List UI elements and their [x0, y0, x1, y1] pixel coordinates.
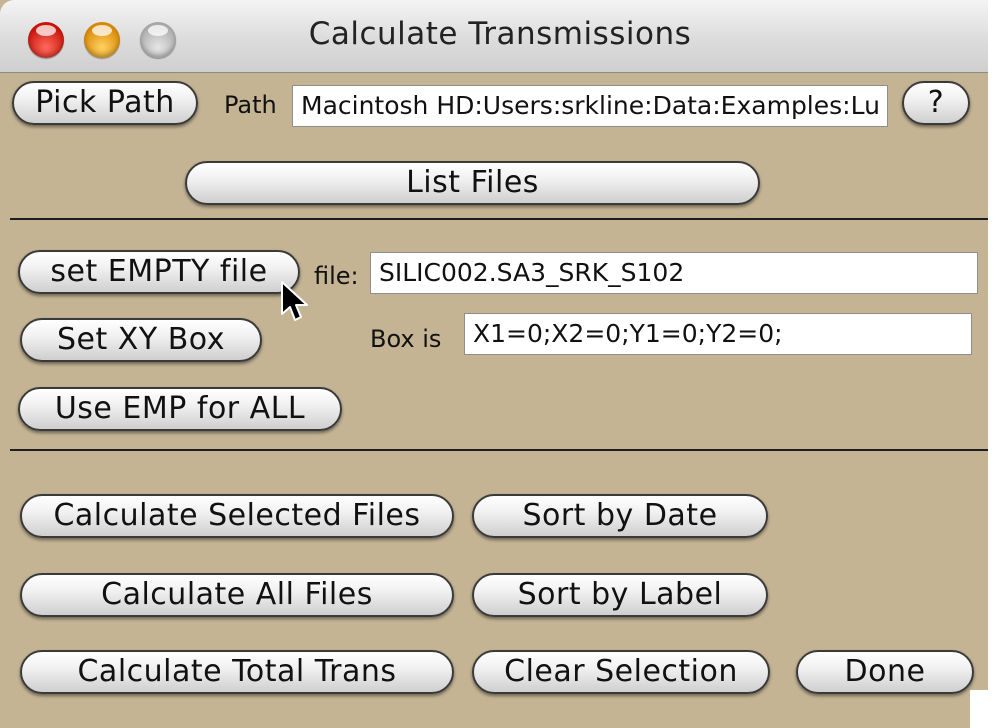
screen-edge	[988, 0, 1000, 728]
window-title: Calculate Transmissions	[308, 16, 692, 52]
use-emp-for-all-button[interactable]: Use EMP for ALL	[18, 387, 342, 431]
set-empty-file-button[interactable]: set EMPTY file	[18, 250, 300, 294]
pointer-cursor-icon	[281, 281, 308, 321]
empty-file-field[interactable]: SILIC002.SA3_SRK_S102	[370, 252, 978, 294]
path-field[interactable]: Macintosh HD:Users:srkline:Data:Examples…	[292, 85, 888, 127]
title-bar[interactable]: Calculate Transmissions	[0, 0, 1000, 73]
list-files-button[interactable]: List Files	[185, 161, 760, 205]
calculate-total-trans-button[interactable]: Calculate Total Trans	[20, 650, 454, 694]
sort-by-date-button[interactable]: Sort by Date	[472, 494, 768, 538]
file-label: file:	[314, 262, 359, 290]
done-button[interactable]: Done	[796, 650, 974, 694]
section-divider-bottom	[10, 449, 989, 451]
box-field[interactable]: X1=0;X2=0;Y1=0;Y2=0;	[464, 313, 972, 355]
calculate-transmissions-window: Calculate Transmissions Pick Path Path M…	[0, 0, 1000, 728]
calculate-selected-files-button[interactable]: Calculate Selected Files	[20, 494, 454, 538]
calculate-all-files-button[interactable]: Calculate All Files	[20, 573, 454, 617]
pick-path-button[interactable]: Pick Path	[12, 81, 198, 125]
set-xy-box-button[interactable]: Set XY Box	[20, 318, 262, 362]
section-divider-top	[10, 218, 989, 220]
help-button[interactable]: ?	[902, 81, 970, 125]
sort-by-label-button[interactable]: Sort by Label	[472, 573, 768, 617]
path-label: Path	[224, 91, 277, 119]
box-label: Box is	[370, 325, 442, 353]
clear-selection-button[interactable]: Clear Selection	[472, 650, 770, 694]
screen-corner	[970, 690, 1000, 728]
